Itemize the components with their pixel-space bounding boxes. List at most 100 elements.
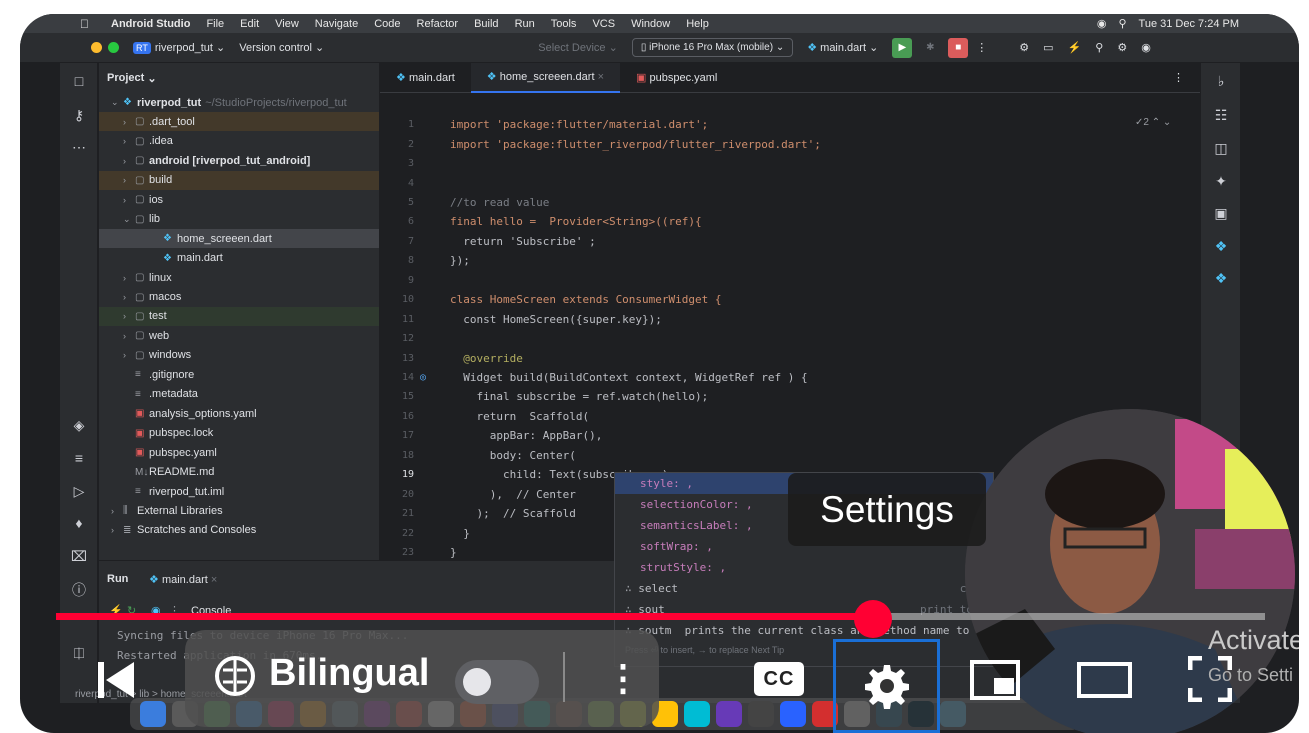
run-tab[interactable]: ❖ main.dart × [149, 573, 217, 586]
menu-view[interactable]: View [267, 18, 307, 30]
wifi-icon[interactable]: ◉ [1097, 17, 1107, 30]
bilingual-toggle[interactable] [455, 660, 539, 704]
menu-window[interactable]: Window [623, 18, 678, 30]
more-options-icon[interactable]: ⋮ [605, 656, 641, 700]
close-tab-icon[interactable]: × [598, 71, 604, 83]
code-line[interactable]: 9 [380, 271, 1200, 290]
bilingual-control[interactable]: Bilingual ⋮ [185, 630, 659, 727]
tree-item[interactable]: ▣ pubspec.yaml [99, 443, 379, 462]
structure-tool-icon[interactable]: ⚷ [68, 107, 90, 124]
code-line[interactable]: 1 import 'package:flutter/material.dart'; [380, 115, 1200, 134]
bug-icon[interactable]: ⚙ [1019, 41, 1029, 54]
menu-file[interactable]: File [198, 18, 232, 30]
run-tool-icon[interactable]: ▷ [68, 483, 90, 500]
tree-item[interactable]: ≡ riverpod_tut.iml [99, 482, 379, 501]
miniplayer-button[interactable] [970, 660, 1020, 700]
code-line[interactable]: 7 return 'Subscribe' ; [380, 232, 1200, 251]
info-icon[interactable]: ⓘ [68, 580, 90, 600]
code-line[interactable]: 12 [380, 329, 1200, 348]
tab-home-screeen-dart[interactable]: ❖ home_screeen.dart × [470, 62, 621, 93]
theater-mode-button[interactable] [1077, 660, 1132, 700]
flutter-performance-icon[interactable]: ❖ [1210, 270, 1232, 287]
tree-item[interactable]: ≡ .metadata [99, 385, 379, 404]
project-tool-icon[interactable]: □ [68, 73, 90, 89]
menu-build[interactable]: Build [466, 18, 506, 30]
chevron-right-icon[interactable]: › [123, 292, 135, 302]
menu-refactor[interactable]: Refactor [409, 18, 467, 30]
chevron-right-icon[interactable]: › [123, 331, 135, 341]
code-line[interactable]: 6 final hello = Provider<String>((ref){ [380, 212, 1200, 231]
ide-settings-icon[interactable]: ⚙ [1117, 41, 1127, 54]
chevron-right-icon[interactable]: › [123, 350, 135, 360]
code-line[interactable]: 14 ◎ Widget build(BuildContext context, W… [380, 368, 1200, 387]
version-control-menu[interactable]: Version control ⌄ [239, 41, 324, 55]
close-tab-icon[interactable]: × [211, 574, 217, 586]
tab-main-dart[interactable]: ❖ main.dart [380, 63, 471, 93]
project-selector[interactable]: RT riverpod_tut ⌄ [133, 41, 225, 54]
chevron-right-icon[interactable]: › [111, 525, 123, 535]
code-line[interactable]: 2 import 'package:flutter_riverpod/flutte… [380, 134, 1200, 153]
menu-navigate[interactable]: Navigate [307, 18, 366, 30]
close-window-icon[interactable] [74, 42, 85, 53]
autocomplete-item[interactable]: strutStyle: , [615, 557, 993, 578]
zoom-window-icon[interactable] [108, 42, 119, 53]
tree-item[interactable]: › ▢ test [99, 306, 379, 326]
select-device-dropdown[interactable]: Select Device ⌄ [538, 41, 618, 55]
hot-reload-icon[interactable]: ⚡ [1068, 41, 1082, 54]
chevron-right-icon[interactable]: › [123, 156, 135, 166]
chevron-down-icon[interactable]: ⌄ [111, 97, 123, 108]
tree-item[interactable]: › ▢ web [99, 326, 379, 345]
chevron-right-icon[interactable]: › [123, 136, 135, 146]
tree-item[interactable]: › ▢ windows [99, 346, 379, 365]
chevron-right-icon[interactable]: › [111, 506, 123, 516]
tab-actions-icon[interactable]: ⋮ [1173, 71, 1184, 84]
flutter-inspector-icon[interactable]: ♦ [68, 515, 90, 531]
menu-vcs[interactable]: VCS [584, 18, 623, 30]
device-mirror-icon[interactable]: ▣ [1210, 205, 1232, 222]
device-manager-icon[interactable]: ▭ [1043, 41, 1053, 54]
code-line[interactable]: 5 //to read value [380, 193, 1200, 212]
menu-run[interactable]: Run [507, 18, 543, 30]
chevron-right-icon[interactable]: › [123, 311, 135, 321]
tree-item[interactable]: › ▢ macos [99, 288, 379, 307]
override-gutter-icon[interactable]: ◎ [420, 372, 450, 383]
tree-item[interactable]: ≡ .gitignore [99, 365, 379, 384]
code-line[interactable]: 15 final subscribe = ref.watch(hello); [380, 387, 1200, 406]
code-line[interactable]: 3 [380, 154, 1200, 173]
tree-item[interactable]: › ▢ build [99, 170, 379, 190]
tree-item[interactable]: › ▢ android [riverpod_tut_android] [99, 151, 379, 170]
video-player[interactable]:  Android Studio File Edit View Navigate… [20, 14, 1299, 733]
debug-icon[interactable]: ✱ [920, 38, 940, 58]
gradle-icon[interactable]: ☷ [1210, 107, 1232, 124]
run-icon[interactable]: ▶ [892, 37, 913, 58]
settings-button[interactable] [833, 639, 940, 733]
menu-help[interactable]: Help [678, 18, 717, 30]
tree-item[interactable]: › ▢ .dart_tool [99, 112, 379, 132]
notifications-icon[interactable]: ♭ [1210, 73, 1232, 90]
flutter-outline-icon[interactable]: ❖ [1210, 238, 1232, 255]
menu-code[interactable]: Code [366, 18, 408, 30]
chevron-down-icon[interactable]: ⌄ [123, 214, 135, 225]
menu-edit[interactable]: Edit [232, 18, 267, 30]
code-line[interactable]: 10 class HomeScreen extends ConsumerWidge… [380, 290, 1200, 309]
stop-icon[interactable]: ■ [948, 37, 969, 58]
tree-item[interactable]: › ▢ .idea [99, 132, 379, 151]
ide-search-icon[interactable]: ⚲ [1095, 41, 1103, 54]
code-line[interactable]: 8}); [380, 251, 1200, 270]
apple-icon[interactable]:  [20, 17, 103, 31]
tree-item[interactable]: › ▢ linux [99, 268, 379, 287]
tree-item[interactable]: ⌄ ❖ riverpod_tut ~/StudioProjects/riverpod_… [99, 93, 379, 112]
tab-pubspec-yaml[interactable]: ▣ pubspec.yaml [620, 63, 733, 93]
menu-tools[interactable]: Tools [543, 18, 585, 30]
todo-icon[interactable]: ≡ [68, 450, 90, 466]
more-icon[interactable]: ⋮ [976, 41, 987, 54]
tree-item[interactable]: › ⫼ External Libraries [99, 501, 379, 520]
code-line[interactable]: 11 const HomeScreen({super.key}); [380, 310, 1200, 329]
search-icon[interactable]: ⚲ [1118, 17, 1126, 30]
more-tools-icon[interactable]: ⋯ [68, 139, 90, 156]
chevron-right-icon[interactable]: › [123, 175, 135, 185]
project-panel-header[interactable]: Project ⌄ [99, 63, 379, 93]
tree-item[interactable]: ▣ pubspec.lock [99, 424, 379, 443]
tree-item[interactable]: ⌄ ▢ lib [99, 210, 379, 229]
device-file-icon[interactable]: ◫ [1210, 140, 1232, 157]
